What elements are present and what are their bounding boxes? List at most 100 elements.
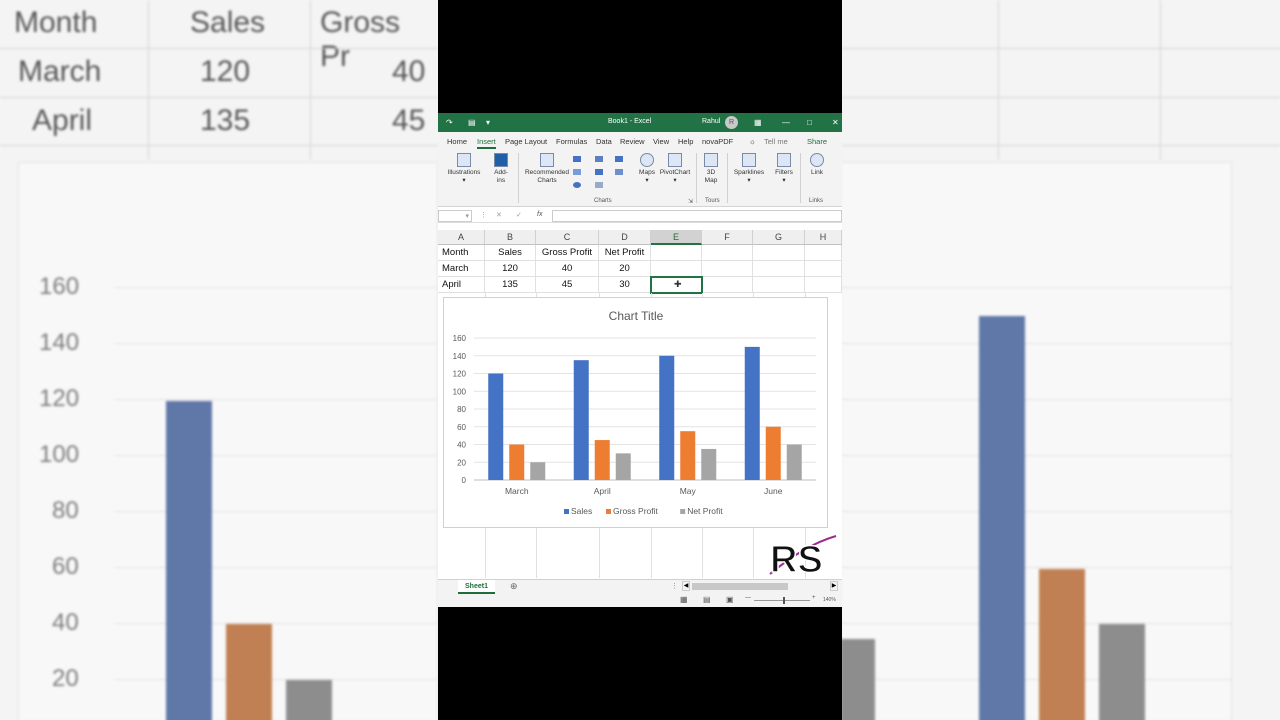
- line-chart-icon[interactable]: [615, 156, 623, 162]
- cell-f3[interactable]: [702, 277, 753, 293]
- column-header-c[interactable]: C: [536, 230, 599, 245]
- zoom-level[interactable]: 140%: [823, 597, 836, 603]
- illustrations-button[interactable]: Illustrations ▾: [446, 153, 482, 185]
- hierarchy-chart-icon[interactable]: [573, 169, 581, 175]
- cell-e2[interactable]: [651, 261, 702, 277]
- cell-b3[interactable]: 135: [485, 277, 536, 293]
- add-ins-button[interactable]: Add-ins: [490, 153, 512, 185]
- pie-chart-icon[interactable]: [573, 182, 581, 188]
- cell-g1[interactable]: [753, 245, 805, 261]
- cell-f1[interactable]: [702, 245, 753, 261]
- maps-button[interactable]: Maps ▾: [637, 153, 657, 185]
- cancel-icon[interactable]: ✕: [496, 211, 502, 219]
- worksheet-grid[interactable]: A B C D E F G H Month Sales Gross Profit…: [438, 230, 842, 578]
- cell-h3[interactable]: [805, 277, 842, 293]
- cell-c3[interactable]: 45: [536, 277, 599, 293]
- 3d-map-button[interactable]: 3D Map: [700, 153, 722, 185]
- horizontal-scrollbar[interactable]: [692, 583, 788, 590]
- name-box[interactable]: ▾: [438, 210, 472, 222]
- tell-me-search[interactable]: Tell me: [764, 137, 788, 146]
- sparklines-button[interactable]: Sparklines ▾: [732, 153, 766, 185]
- tab-novapdf[interactable]: novaPDF: [702, 137, 733, 146]
- close-icon[interactable]: ✕: [832, 118, 839, 127]
- x-tick-label: April: [594, 486, 611, 496]
- tab-help[interactable]: Help: [678, 137, 693, 146]
- column-header-b[interactable]: B: [485, 230, 536, 245]
- name-box-dropdown-icon[interactable]: ▾: [465, 212, 469, 220]
- column-header-h[interactable]: H: [805, 230, 842, 245]
- cell-d1[interactable]: Net Profit: [599, 245, 651, 261]
- sheet-tab-sheet1[interactable]: Sheet1: [458, 580, 495, 594]
- y-tick-label: 20: [457, 458, 466, 467]
- scroll-left-icon[interactable]: ◀: [682, 581, 690, 591]
- share-button[interactable]: Share: [807, 137, 827, 146]
- tab-view[interactable]: View: [653, 137, 669, 146]
- cell-a3[interactable]: April: [438, 277, 485, 293]
- cell-g3[interactable]: [753, 277, 805, 293]
- avatar[interactable]: R: [725, 116, 738, 129]
- tab-home[interactable]: Home: [447, 137, 467, 146]
- dialog-launcher-icon[interactable]: ⇲: [688, 198, 693, 205]
- cell-b2[interactable]: 120: [485, 261, 536, 277]
- zoom-slider[interactable]: [754, 600, 810, 601]
- cell-c2[interactable]: 40: [536, 261, 599, 277]
- combo-chart-icon[interactable]: [615, 169, 623, 175]
- scroll-right-icon[interactable]: ▶: [830, 581, 838, 591]
- y-tick-label: 100: [453, 387, 467, 396]
- recommended-charts-icon: [540, 153, 554, 167]
- column-header-e[interactable]: E: [651, 230, 702, 245]
- pivotchart-button[interactable]: PivotChart ▾: [658, 153, 692, 185]
- page-break-view-icon[interactable]: ▣: [726, 595, 734, 604]
- cell-a1[interactable]: Month: [438, 245, 485, 261]
- tab-data[interactable]: Data: [596, 137, 612, 146]
- cell-g2[interactable]: [753, 261, 805, 277]
- cell-e1[interactable]: [651, 245, 702, 261]
- cell-c1[interactable]: Gross Profit: [536, 245, 599, 261]
- statistic-chart-icon[interactable]: [595, 156, 603, 162]
- redo-icon[interactable]: ↷: [446, 118, 453, 127]
- maximize-icon[interactable]: □: [807, 118, 812, 127]
- tab-formulas[interactable]: Formulas: [556, 137, 587, 146]
- bg-bar-gross: [226, 624, 272, 720]
- scatter-chart-icon[interactable]: [595, 182, 603, 188]
- cell-a2[interactable]: March: [438, 261, 485, 277]
- ribbon-display-icon[interactable]: ▦: [754, 118, 762, 127]
- illustrations-icon: [457, 153, 471, 167]
- link-button[interactable]: Link: [805, 153, 829, 177]
- cell-d2[interactable]: 20: [599, 261, 651, 277]
- recommended-charts-button[interactable]: Recommended Charts: [522, 153, 572, 185]
- filters-button[interactable]: Filters ▾: [772, 153, 796, 185]
- normal-view-icon[interactable]: ▦: [680, 595, 688, 604]
- zoom-in-icon[interactable]: +: [812, 595, 816, 601]
- add-sheet-icon[interactable]: ⊕: [510, 581, 518, 592]
- tab-page-layout[interactable]: Page Layout: [505, 137, 547, 146]
- bg-cell-40: 40: [392, 55, 426, 88]
- tab-review[interactable]: Review: [620, 137, 645, 146]
- legend-swatch: [680, 509, 686, 514]
- cell-b1[interactable]: Sales: [485, 245, 536, 261]
- zoom-out-icon[interactable]: —: [745, 595, 751, 601]
- zoomed-background-right: [842, 0, 1280, 720]
- column-header-g[interactable]: G: [753, 230, 805, 245]
- bar-gross-profit-june: [765, 426, 781, 480]
- waterfall-chart-icon[interactable]: [595, 169, 603, 175]
- column-header-f[interactable]: F: [702, 230, 753, 245]
- cell-d3[interactable]: 30: [599, 277, 651, 293]
- formula-input[interactable]: [552, 210, 842, 222]
- cell-h1[interactable]: [805, 245, 842, 261]
- minimize-icon[interactable]: —: [782, 118, 790, 127]
- open-folder-icon[interactable]: ▤: [468, 118, 476, 127]
- column-header-a[interactable]: A: [438, 230, 485, 245]
- zoom-slider-thumb[interactable]: [783, 597, 785, 604]
- column-header-d[interactable]: D: [599, 230, 651, 245]
- enter-icon[interactable]: ✓: [516, 211, 522, 219]
- tab-insert[interactable]: Insert: [477, 137, 496, 149]
- cell-f2[interactable]: [702, 261, 753, 277]
- column-chart[interactable]: Chart Title 0 20 40 60 80 100 120 140 160 March Apr…: [443, 297, 828, 528]
- bg-cell-45: 45: [392, 104, 426, 137]
- cell-h2[interactable]: [805, 261, 842, 277]
- column-chart-icon[interactable]: [573, 156, 581, 162]
- quick-access-dropdown-icon[interactable]: ▾: [486, 118, 490, 127]
- insert-function-icon[interactable]: fx: [537, 211, 542, 218]
- page-layout-view-icon[interactable]: ▤: [703, 595, 711, 604]
